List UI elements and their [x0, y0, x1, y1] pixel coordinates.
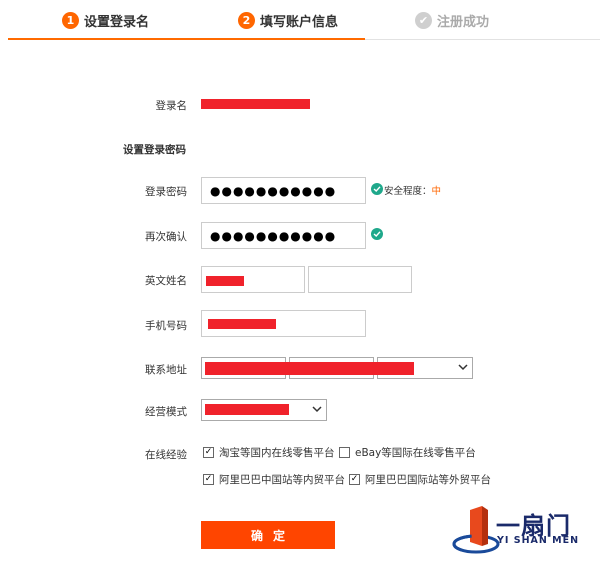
- login-name-label: 登录名: [155, 100, 188, 112]
- password-section-title: 设置登录密码: [123, 144, 186, 156]
- phone-input[interactable]: [201, 310, 366, 337]
- step-3-label: 注册成功: [437, 15, 490, 30]
- step-2-number: 2: [238, 12, 255, 29]
- first-name-redacted: [206, 276, 244, 286]
- progress-bar-inactive: [365, 39, 600, 40]
- check-icon: [371, 228, 383, 240]
- chevron-down-icon: [458, 361, 468, 374]
- checkbox-checked[interactable]: ✓: [349, 474, 360, 485]
- address-redacted: [205, 362, 414, 375]
- step-set-login-name: 1 设置登录名: [62, 11, 149, 30]
- door-logo-icon: [452, 506, 500, 554]
- business-mode-redacted: [205, 404, 289, 415]
- chevron-down-icon: [312, 403, 322, 416]
- confirm-password-input[interactable]: ●●●●●●●●●●●: [201, 222, 366, 249]
- experience-option-label: 阿里巴巴国际站等外贸平台: [365, 474, 491, 486]
- step-fill-account-info: 2 填写账户信息: [238, 11, 338, 30]
- check-icon: [371, 183, 383, 195]
- registration-steps: 1 设置登录名 2 填写账户信息 ✔ 注册成功: [0, 0, 600, 40]
- strength-level: 中: [431, 186, 442, 197]
- address-label: 联系地址: [145, 364, 187, 376]
- experience-option-taobao[interactable]: ✓ 淘宝等国内在线零售平台: [203, 445, 335, 460]
- password-input[interactable]: ●●●●●●●●●●●: [201, 177, 366, 204]
- password-masked-value: ●●●●●●●●●●●: [210, 184, 337, 198]
- check-circle-icon: ✔: [415, 12, 432, 29]
- login-name-value-redacted: [201, 99, 310, 109]
- experience-option-label: 淘宝等国内在线零售平台: [219, 447, 335, 459]
- business-mode-label: 经营模式: [145, 406, 187, 418]
- checkbox-checked[interactable]: ✓: [203, 474, 214, 485]
- confirm-masked-value: ●●●●●●●●●●●: [210, 229, 337, 243]
- step-registration-success: ✔ 注册成功: [415, 11, 489, 30]
- step-1-number: 1: [62, 12, 79, 29]
- last-name-input[interactable]: [308, 266, 412, 293]
- password-strength: 安全程度：中: [384, 183, 441, 197]
- logo-english-name: YI SHAN MEN: [497, 535, 580, 546]
- phone-redacted: [208, 319, 276, 329]
- experience-option-alibaba-china[interactable]: ✓ 阿里巴巴中国站等内贸平台: [203, 472, 345, 487]
- experience-option-label: eBay等国际在线零售平台: [355, 447, 476, 459]
- progress-bar-active: [8, 38, 365, 40]
- confirm-password-label: 再次确认: [145, 231, 187, 243]
- step-1-label: 设置登录名: [84, 15, 150, 30]
- password-label: 登录密码: [145, 186, 187, 198]
- business-mode-select[interactable]: [201, 399, 327, 421]
- phone-label: 手机号码: [145, 320, 187, 332]
- english-name-label: 英文姓名: [145, 275, 187, 287]
- checkbox-checked[interactable]: ✓: [203, 447, 214, 458]
- experience-option-ebay[interactable]: eBay等国际在线零售平台: [339, 445, 476, 460]
- first-name-input[interactable]: [201, 266, 305, 293]
- confirm-button[interactable]: 确定: [201, 521, 335, 549]
- yishanmen-logo: 一扇门 YI SHAN MEN: [452, 500, 600, 560]
- strength-label: 安全程度：: [384, 186, 432, 197]
- experience-option-label: 阿里巴巴中国站等内贸平台: [219, 474, 345, 486]
- experience-option-alibaba-intl[interactable]: ✓ 阿里巴巴国际站等外贸平台: [349, 472, 491, 487]
- step-2-label: 填写账户信息: [260, 15, 339, 30]
- online-experience-label: 在线经验: [145, 449, 187, 461]
- checkbox-unchecked[interactable]: [339, 447, 350, 458]
